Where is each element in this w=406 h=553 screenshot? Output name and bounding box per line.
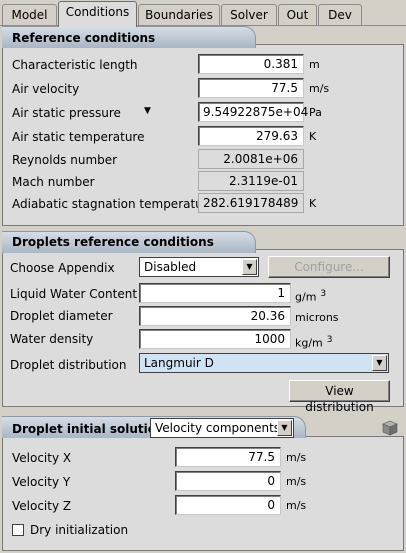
velocity-x-unit: m/s (286, 451, 307, 464)
velocity-z-unit: m/s (286, 499, 307, 512)
dry-initialization-label: Dry initialization (30, 523, 129, 537)
adiabatic-stagnation-temperature-label: Adiabatic stagnation temperature (12, 197, 215, 211)
chevron-down-icon: ▼ (242, 259, 257, 275)
droplet-distribution-label: Droplet distribution (10, 358, 127, 372)
dry-initialization-checkbox[interactable] (12, 524, 24, 536)
air-static-pressure-label: Air static pressure (12, 106, 121, 120)
view-distribution-button[interactable]: View distribution (289, 380, 390, 414)
reference-header: Reference conditions (2, 26, 256, 48)
velocity-y-unit: m/s (286, 475, 307, 488)
section-title: Droplet initial solution (12, 422, 165, 436)
tab-solver[interactable]: Solver (221, 4, 277, 26)
pressure-menu-icon[interactable]: ▼ (144, 104, 151, 118)
cube-icon[interactable] (382, 420, 398, 436)
droplet-diameter-field[interactable]: 20.36 (139, 306, 291, 326)
droplet-diameter-label: Droplet diameter (10, 309, 113, 323)
configure-button[interactable]: Configure... (268, 256, 390, 278)
lwc-label: Liquid Water Content (10, 287, 138, 301)
adiabatic-stagnation-temperature-unit: K (309, 197, 317, 210)
velocity-x-label: Velocity X (12, 451, 72, 465)
adiabatic-stagnation-temperature-field: 282.619178489 (198, 193, 304, 213)
air-static-pressure-field[interactable]: 9.54922875e+04 (198, 102, 308, 122)
water-density-unit: kg/m 3 (295, 335, 333, 350)
reynolds-number-label: Reynolds number (12, 153, 118, 167)
reynolds-number-field: 2.0081e+06 (198, 149, 304, 169)
droplet-diameter-unit: microns (295, 311, 339, 324)
lwc-unit: g/m 3 (295, 289, 327, 304)
chevron-down-icon: ▼ (277, 420, 292, 436)
velocity-z-field[interactable]: 0 (175, 495, 281, 515)
air-velocity-field[interactable]: 77.5 (198, 78, 304, 98)
droplet-distribution-select[interactable]: Langmuir D ▼ (139, 353, 389, 373)
droplets-header: Droplets reference conditions (2, 231, 256, 253)
characteristic-length-unit: m (309, 58, 320, 71)
droplet-distribution-value: Langmuir D (144, 356, 214, 370)
mach-number-field: 2.3119e-01 (198, 171, 304, 191)
appendix-select[interactable]: Disabled ▼ (139, 257, 259, 277)
air-velocity-label: Air velocity (12, 82, 80, 96)
initial-mode-select[interactable]: Velocity components ▼ (150, 418, 294, 438)
characteristic-length-label: Characteristic length (12, 58, 138, 72)
air-static-temperature-unit: K (309, 130, 317, 143)
appendix-select-value: Disabled (144, 260, 197, 274)
tab-dev[interactable]: Dev (318, 4, 362, 26)
water-density-label: Water density (10, 332, 94, 346)
chevron-down-icon: ▼ (372, 355, 387, 371)
tab-model[interactable]: Model (2, 4, 57, 26)
air-velocity-unit: m/s (309, 82, 330, 95)
tab-conditions[interactable]: Conditions (58, 1, 137, 27)
tab-out[interactable]: Out (278, 4, 317, 26)
characteristic-length-field[interactable]: 0.381 (198, 54, 304, 74)
air-static-temperature-label: Air static temperature (12, 130, 145, 144)
velocity-y-label: Velocity Y (12, 475, 71, 489)
choose-appendix-label: Choose Appendix (10, 261, 115, 275)
lwc-field[interactable]: 1 (139, 283, 291, 303)
mach-number-label: Mach number (12, 175, 95, 189)
velocity-x-field[interactable]: 77.5 (175, 447, 281, 467)
water-density-field[interactable]: 1000 (139, 329, 291, 349)
tab-bar: Model Conditions Boundaries Solver Out D… (0, 0, 406, 27)
initial-mode-value: Velocity components (155, 421, 281, 435)
section-title: Droplets reference conditions (12, 235, 214, 249)
air-static-temperature-field[interactable]: 279.63 (198, 126, 304, 146)
tab-boundaries[interactable]: Boundaries (138, 4, 220, 26)
velocity-z-label: Velocity Z (12, 499, 72, 513)
velocity-y-field[interactable]: 0 (175, 471, 281, 491)
air-static-pressure-unit: Pa (309, 106, 322, 119)
section-title: Reference conditions (12, 31, 156, 45)
